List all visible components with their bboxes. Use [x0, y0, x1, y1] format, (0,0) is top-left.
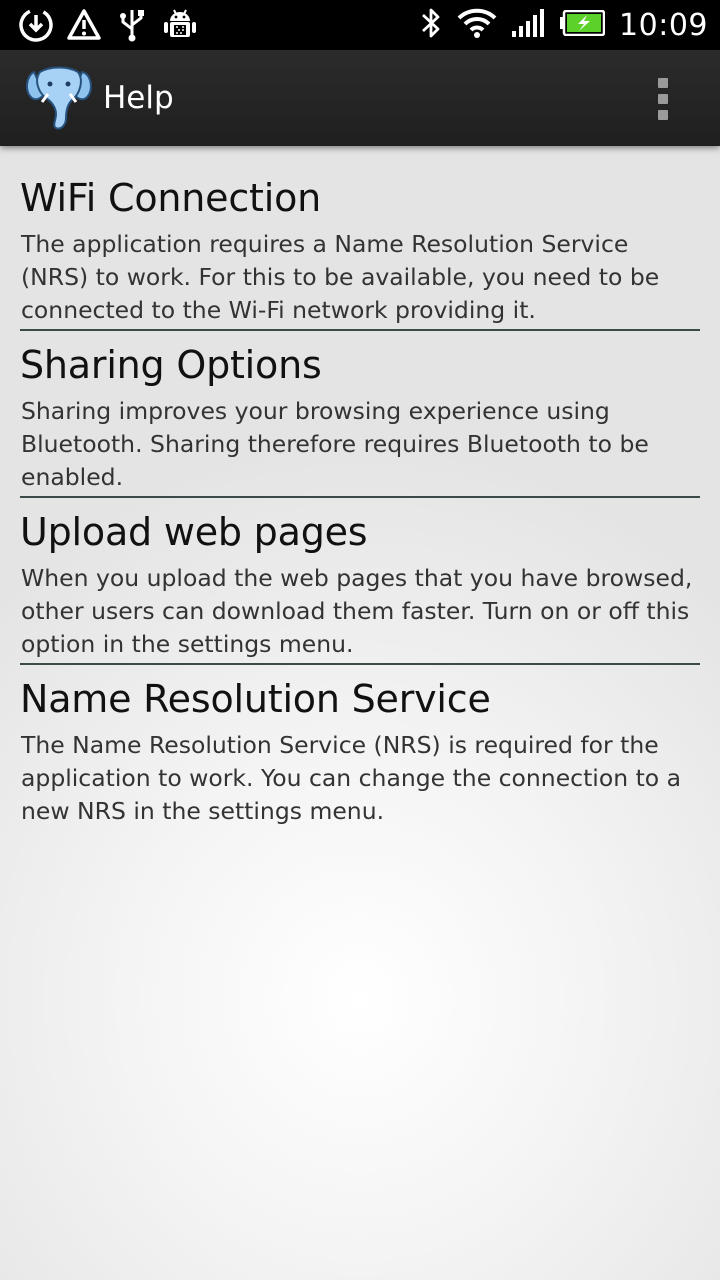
help-content: WiFi Connection The application requires…: [20, 168, 700, 828]
screen-title: Help: [103, 80, 174, 116]
divider: [20, 329, 700, 331]
overflow-menu-icon[interactable]: [640, 74, 686, 124]
divider: [20, 496, 700, 498]
usb-icon: [114, 7, 150, 43]
status-bar: 10:09: [0, 0, 720, 50]
section-title: WiFi Connection: [20, 176, 322, 220]
section-body: When you upload the web pages that you h…: [21, 564, 693, 658]
battery-charging-icon: [559, 9, 606, 40]
section-title: Sharing Options: [20, 343, 322, 387]
divider: [20, 663, 700, 665]
bluetooth-icon: [419, 5, 443, 45]
signal-icon: [511, 8, 545, 42]
help-section-nrs: Name Resolution Service The Name Resolut…: [20, 669, 700, 828]
section-title: Upload web pages: [20, 510, 368, 554]
warning-icon: [66, 7, 102, 43]
system-icons: 10:09: [405, 4, 708, 46]
action-bar: Help: [0, 50, 720, 146]
section-body: Sharing improves your browsing experienc…: [21, 397, 649, 491]
notification-icons: [18, 6, 210, 44]
wifi-icon: [457, 7, 497, 43]
help-section-sharing: Sharing Options Sharing improves your br…: [20, 335, 700, 498]
section-body: The application requires a Name Resoluti…: [21, 230, 660, 324]
section-body: The Name Resolution Service (NRS) is req…: [21, 731, 682, 825]
elephant-logo-icon[interactable]: [22, 64, 96, 132]
help-section-upload: Upload web pages When you upload the web…: [20, 502, 700, 665]
help-section-wifi: WiFi Connection The application requires…: [20, 168, 700, 331]
android-debug-icon: [162, 7, 198, 43]
download-icon: [18, 7, 54, 43]
clock: 10:09: [619, 7, 708, 43]
section-title: Name Resolution Service: [20, 677, 491, 721]
